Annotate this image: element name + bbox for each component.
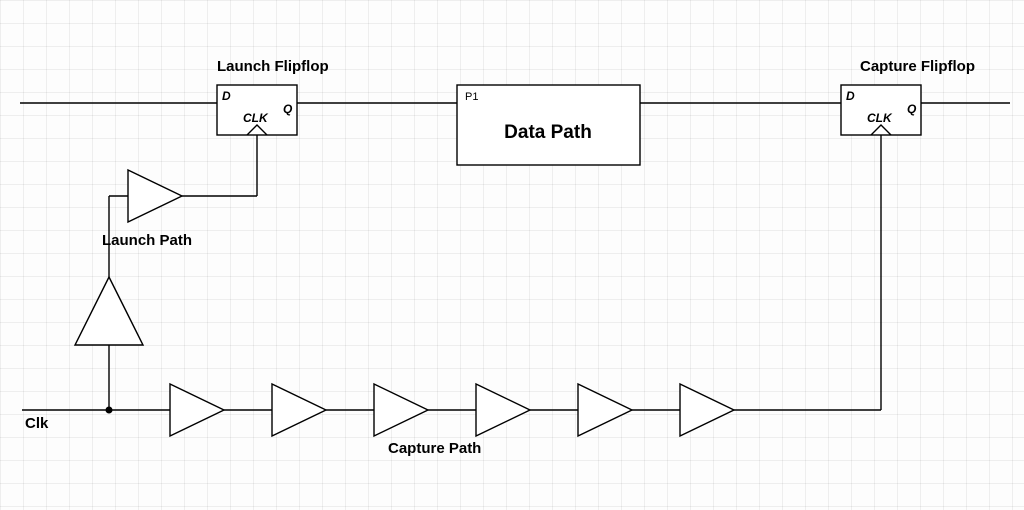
clk-label: Clk [25,415,48,432]
pin-q-label: Q [907,102,917,116]
buffer-icon [272,384,326,436]
capture-flipflop-label: Capture Flipflop [860,58,975,75]
buffer-icon [374,384,428,436]
launch-path-label: Launch Path [102,232,192,249]
data-path-label: Data Path [504,122,592,143]
pin-d-label: D [222,89,231,103]
buffer-icon [75,277,143,345]
buffer-icon [170,384,224,436]
port-p1-label: P1 [465,91,478,103]
pin-clk-label: CLK [243,111,269,125]
buffer-icon [578,384,632,436]
pin-clk-label: CLK [867,111,893,125]
diagram-canvas: D Q CLK D Q CLK P1 Data Path [0,0,1024,510]
buffer-icon [128,170,182,222]
buffer-icon [680,384,734,436]
pin-d-label: D [846,89,855,103]
pin-q-label: Q [283,102,293,116]
launch-flipflop-label: Launch Flipflop [217,58,329,75]
capture-path-label: Capture Path [388,440,481,457]
buffer-icon [476,384,530,436]
